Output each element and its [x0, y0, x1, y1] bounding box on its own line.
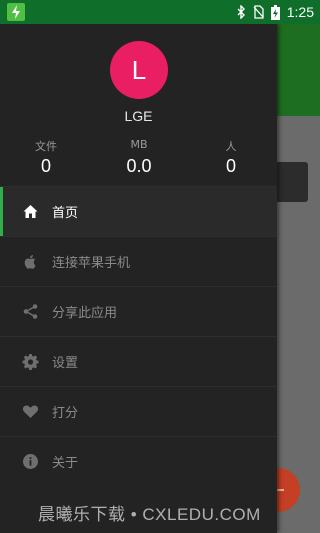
heart-icon: [22, 405, 39, 418]
bluetooth-icon: [237, 5, 245, 19]
flash-app-icon: [7, 3, 25, 21]
username: LGE: [124, 108, 153, 124]
navigation-drawer: L LGE 文件 0 MB 0.0 人 0 首页 连接苹果手机 分享此应用 设置: [0, 24, 277, 533]
stat-people-value: 0: [225, 156, 236, 176]
menu-item-home[interactable]: 首页: [0, 186, 277, 236]
watermark-text: 晨曦乐下载 • CXLEDU.COM: [38, 505, 261, 524]
clock: 1:25: [286, 4, 314, 20]
menu-item-share-app[interactable]: 分享此应用: [0, 286, 277, 336]
status-bar: 1:25: [0, 0, 320, 24]
no-sim-icon: [253, 5, 264, 19]
active-indicator: [0, 187, 3, 236]
menu-item-connect-iphone[interactable]: 连接苹果手机: [0, 236, 277, 286]
stat-people: 人 0: [191, 138, 271, 177]
menu-item-label: 关于: [52, 456, 79, 471]
home-icon: [23, 205, 38, 218]
stat-files-value: 0: [40, 156, 51, 176]
stat-mb-label: MB: [130, 138, 148, 151]
menu-item-settings[interactable]: 设置: [0, 336, 277, 386]
stat-mb-value: 0.0: [126, 156, 152, 176]
battery-charging-icon: [270, 4, 280, 20]
menu-item-rate[interactable]: 打分: [0, 386, 277, 436]
share-icon: [23, 304, 38, 319]
info-icon: [23, 454, 38, 469]
stat-files: 文件 0: [6, 138, 86, 177]
avatar[interactable]: L: [110, 41, 168, 99]
menu-item-label: 打分: [52, 406, 79, 421]
drawer-menu: 首页 连接苹果手机 分享此应用 设置 打分 关于: [0, 186, 277, 486]
gear-icon: [22, 354, 39, 370]
menu-item-label: 分享此应用: [52, 306, 118, 321]
menu-item-label: 首页: [52, 206, 79, 221]
background-tile: [276, 162, 308, 202]
stat-files-label: 文件: [35, 140, 57, 153]
menu-item-about[interactable]: 关于: [0, 436, 277, 486]
menu-item-label: 设置: [52, 356, 79, 371]
stat-people-label: 人: [225, 140, 237, 153]
apple-icon: [24, 255, 36, 269]
menu-item-label: 连接苹果手机: [52, 256, 131, 271]
stat-mb: MB 0.0: [99, 138, 179, 177]
